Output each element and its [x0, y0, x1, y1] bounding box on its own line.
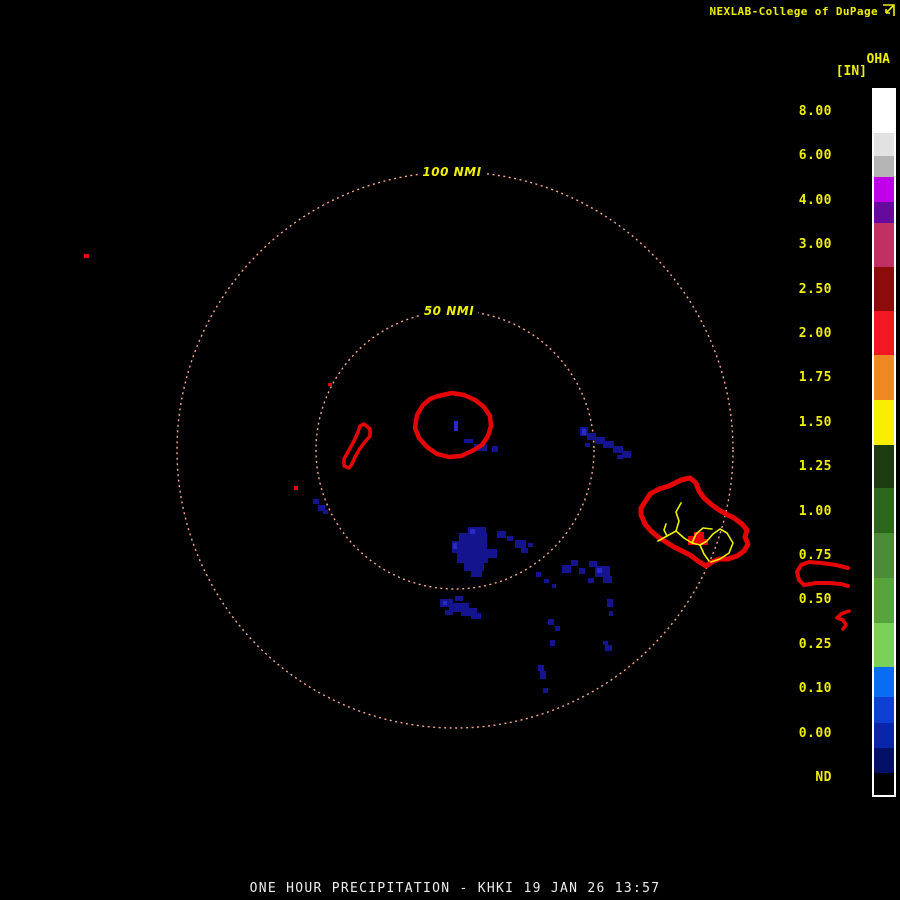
precip-echo — [585, 443, 590, 447]
precip-echo — [294, 486, 298, 490]
precip-echo — [609, 611, 613, 616]
colorbar-segment — [874, 488, 894, 533]
precip-echo — [497, 531, 506, 538]
precip-echo — [552, 584, 556, 588]
precip-echo — [582, 429, 586, 435]
precip-echo — [607, 599, 613, 607]
precip-echo — [487, 549, 497, 558]
precip-echo — [544, 579, 549, 583]
range-ring-100nmi — [176, 171, 734, 729]
colorbar-segment — [874, 748, 894, 773]
precip-echo — [617, 455, 623, 459]
precip-echo — [543, 688, 548, 693]
colorbar-segment — [874, 667, 894, 697]
precip-echo — [515, 540, 526, 548]
island-outline-oahu — [638, 475, 751, 569]
precip-echo — [443, 601, 447, 605]
precip-echo — [588, 578, 594, 583]
precip-echo — [457, 553, 488, 563]
colorbar-segment — [874, 723, 894, 748]
product-title: ONE HOUR PRECIPITATION - KHKI 19 JAN 26 … — [249, 881, 661, 896]
colorbar-segment — [874, 773, 894, 795]
colorbar-segment — [874, 202, 894, 223]
precip-echo — [555, 626, 560, 631]
precip-echo — [471, 613, 481, 619]
colorbar-segment — [874, 623, 894, 667]
precip-echo — [471, 571, 482, 577]
colorbar-segment — [874, 156, 894, 177]
radar-display: 100 NMI 50 NMI NEXLAB-College of DuPage … — [0, 0, 900, 900]
colorbar-segment — [874, 355, 894, 400]
colorbar-segment — [874, 90, 894, 133]
units-label: [IN] — [835, 64, 867, 79]
precip-echo — [603, 576, 612, 583]
road-line — [663, 523, 668, 537]
precip-echo — [622, 451, 631, 458]
precip-echo — [323, 510, 328, 514]
precip-echo — [579, 568, 585, 574]
precip-echo — [464, 439, 473, 443]
precip-echo — [492, 446, 498, 452]
cod-lightning-icon — [883, 4, 895, 16]
precip-echo — [452, 541, 487, 553]
colorbar-segment — [874, 533, 894, 578]
colorbar-segment — [874, 697, 894, 723]
island-outlines — [342, 390, 851, 631]
road-line — [699, 544, 710, 562]
colorbar-segment — [874, 133, 894, 156]
island-outline-molokai — [795, 560, 850, 588]
precip-echo — [521, 548, 528, 553]
precip-echo — [613, 446, 623, 453]
brand-text: NEXLAB-College of DuPage — [709, 5, 878, 18]
precip-echo — [587, 433, 596, 440]
precip-echo — [536, 572, 541, 577]
island-outline-lanai — [835, 609, 851, 631]
precip-echo — [540, 671, 546, 679]
precip-echoes — [84, 254, 708, 693]
precip-echo — [328, 383, 332, 386]
precip-echo — [507, 536, 513, 541]
precip-echo — [84, 254, 89, 258]
precip-echo — [470, 529, 475, 534]
colorbar-segment — [874, 578, 894, 623]
range-label-50nmi: 50 NMI — [419, 304, 479, 318]
precip-echo — [445, 610, 453, 615]
precip-echo — [454, 421, 458, 431]
precip-echo — [550, 640, 555, 646]
precip-echo — [562, 565, 571, 573]
range-rings — [176, 171, 734, 729]
road-line — [675, 502, 682, 532]
precip-echo — [528, 543, 533, 547]
precip-echo — [603, 641, 608, 645]
colorbar-segment — [874, 311, 894, 355]
island-outline-niihau — [342, 422, 372, 470]
radar-map-canvas — [84, 171, 851, 729]
precip-echo — [455, 596, 463, 601]
colorbar-segment — [874, 267, 894, 311]
colorbar-segment — [874, 177, 894, 202]
range-label-100nmi: 100 NMI — [418, 165, 486, 179]
station-id-label: OHA — [866, 52, 890, 67]
colorbar — [872, 88, 896, 797]
precip-echo — [453, 543, 457, 549]
precip-echo — [313, 499, 319, 504]
precip-echo — [464, 563, 484, 571]
colorbar-segment — [874, 445, 894, 488]
precip-echo — [603, 441, 614, 448]
precip-echo — [605, 645, 612, 651]
precip-echo — [597, 568, 602, 573]
island-outline-kauai — [412, 390, 494, 460]
precip-echo — [571, 560, 578, 566]
colorbar-segment — [874, 400, 894, 445]
precip-echo — [538, 665, 544, 671]
precip-echo — [548, 619, 554, 625]
colorbar-segment — [874, 223, 894, 267]
precip-echo — [459, 533, 487, 542]
